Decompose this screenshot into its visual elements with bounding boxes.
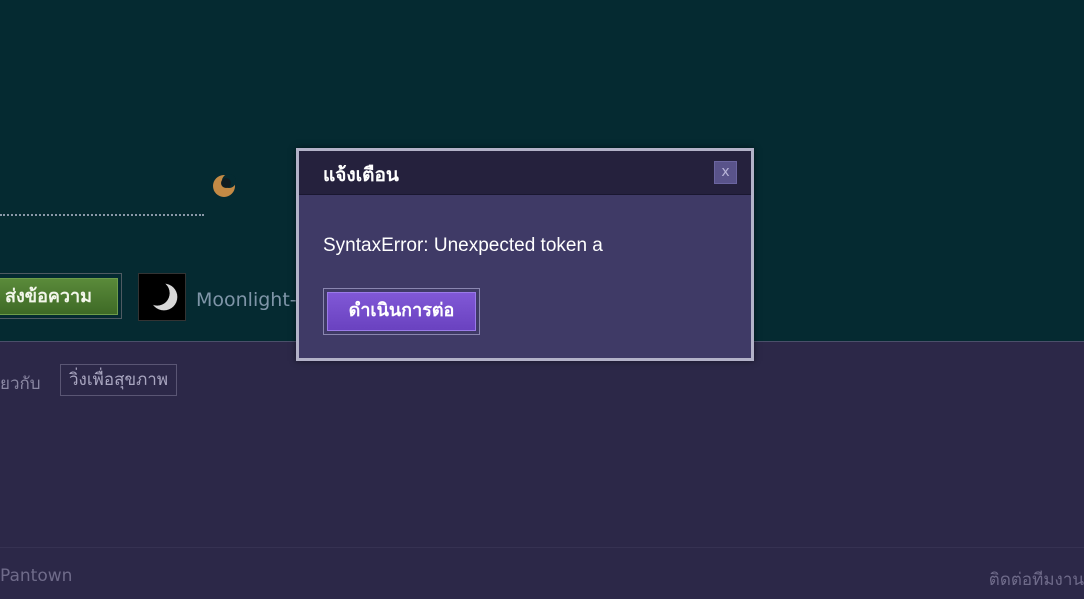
footer-divider (0, 547, 1084, 548)
footer-brand-link[interactable]: Pantown (0, 566, 72, 586)
page: ส่งข้อความ Moonlight-E ยวกับ วิ่งเพื่อสุ… (0, 0, 1084, 599)
tag-running-health[interactable]: วิ่งเพื่อสุขภาพ (60, 364, 178, 396)
continue-button[interactable]: ดำเนินการต่อ (327, 292, 476, 331)
dialog-header: แจ้งเตือน x (299, 151, 751, 195)
dialog-message: SyntaxError: Unexpected token a (323, 235, 603, 256)
send-message-button[interactable]: ส่งข้อความ (0, 278, 118, 315)
username-link[interactable]: Moonlight-E (196, 289, 309, 311)
moon-avatar[interactable] (138, 273, 186, 321)
alert-dialog: แจ้งเตือน x SyntaxError: Unexpected toke… (296, 148, 754, 361)
crescent-moon-icon (213, 174, 236, 197)
dialog-title: แจ้งเตือน (323, 164, 399, 186)
related-label: ยวกับ (0, 374, 41, 394)
close-icon[interactable]: x (714, 161, 737, 184)
dotted-divider (0, 214, 204, 216)
footer-contact-link[interactable]: ติดต่อทีมงาน (989, 566, 1084, 593)
